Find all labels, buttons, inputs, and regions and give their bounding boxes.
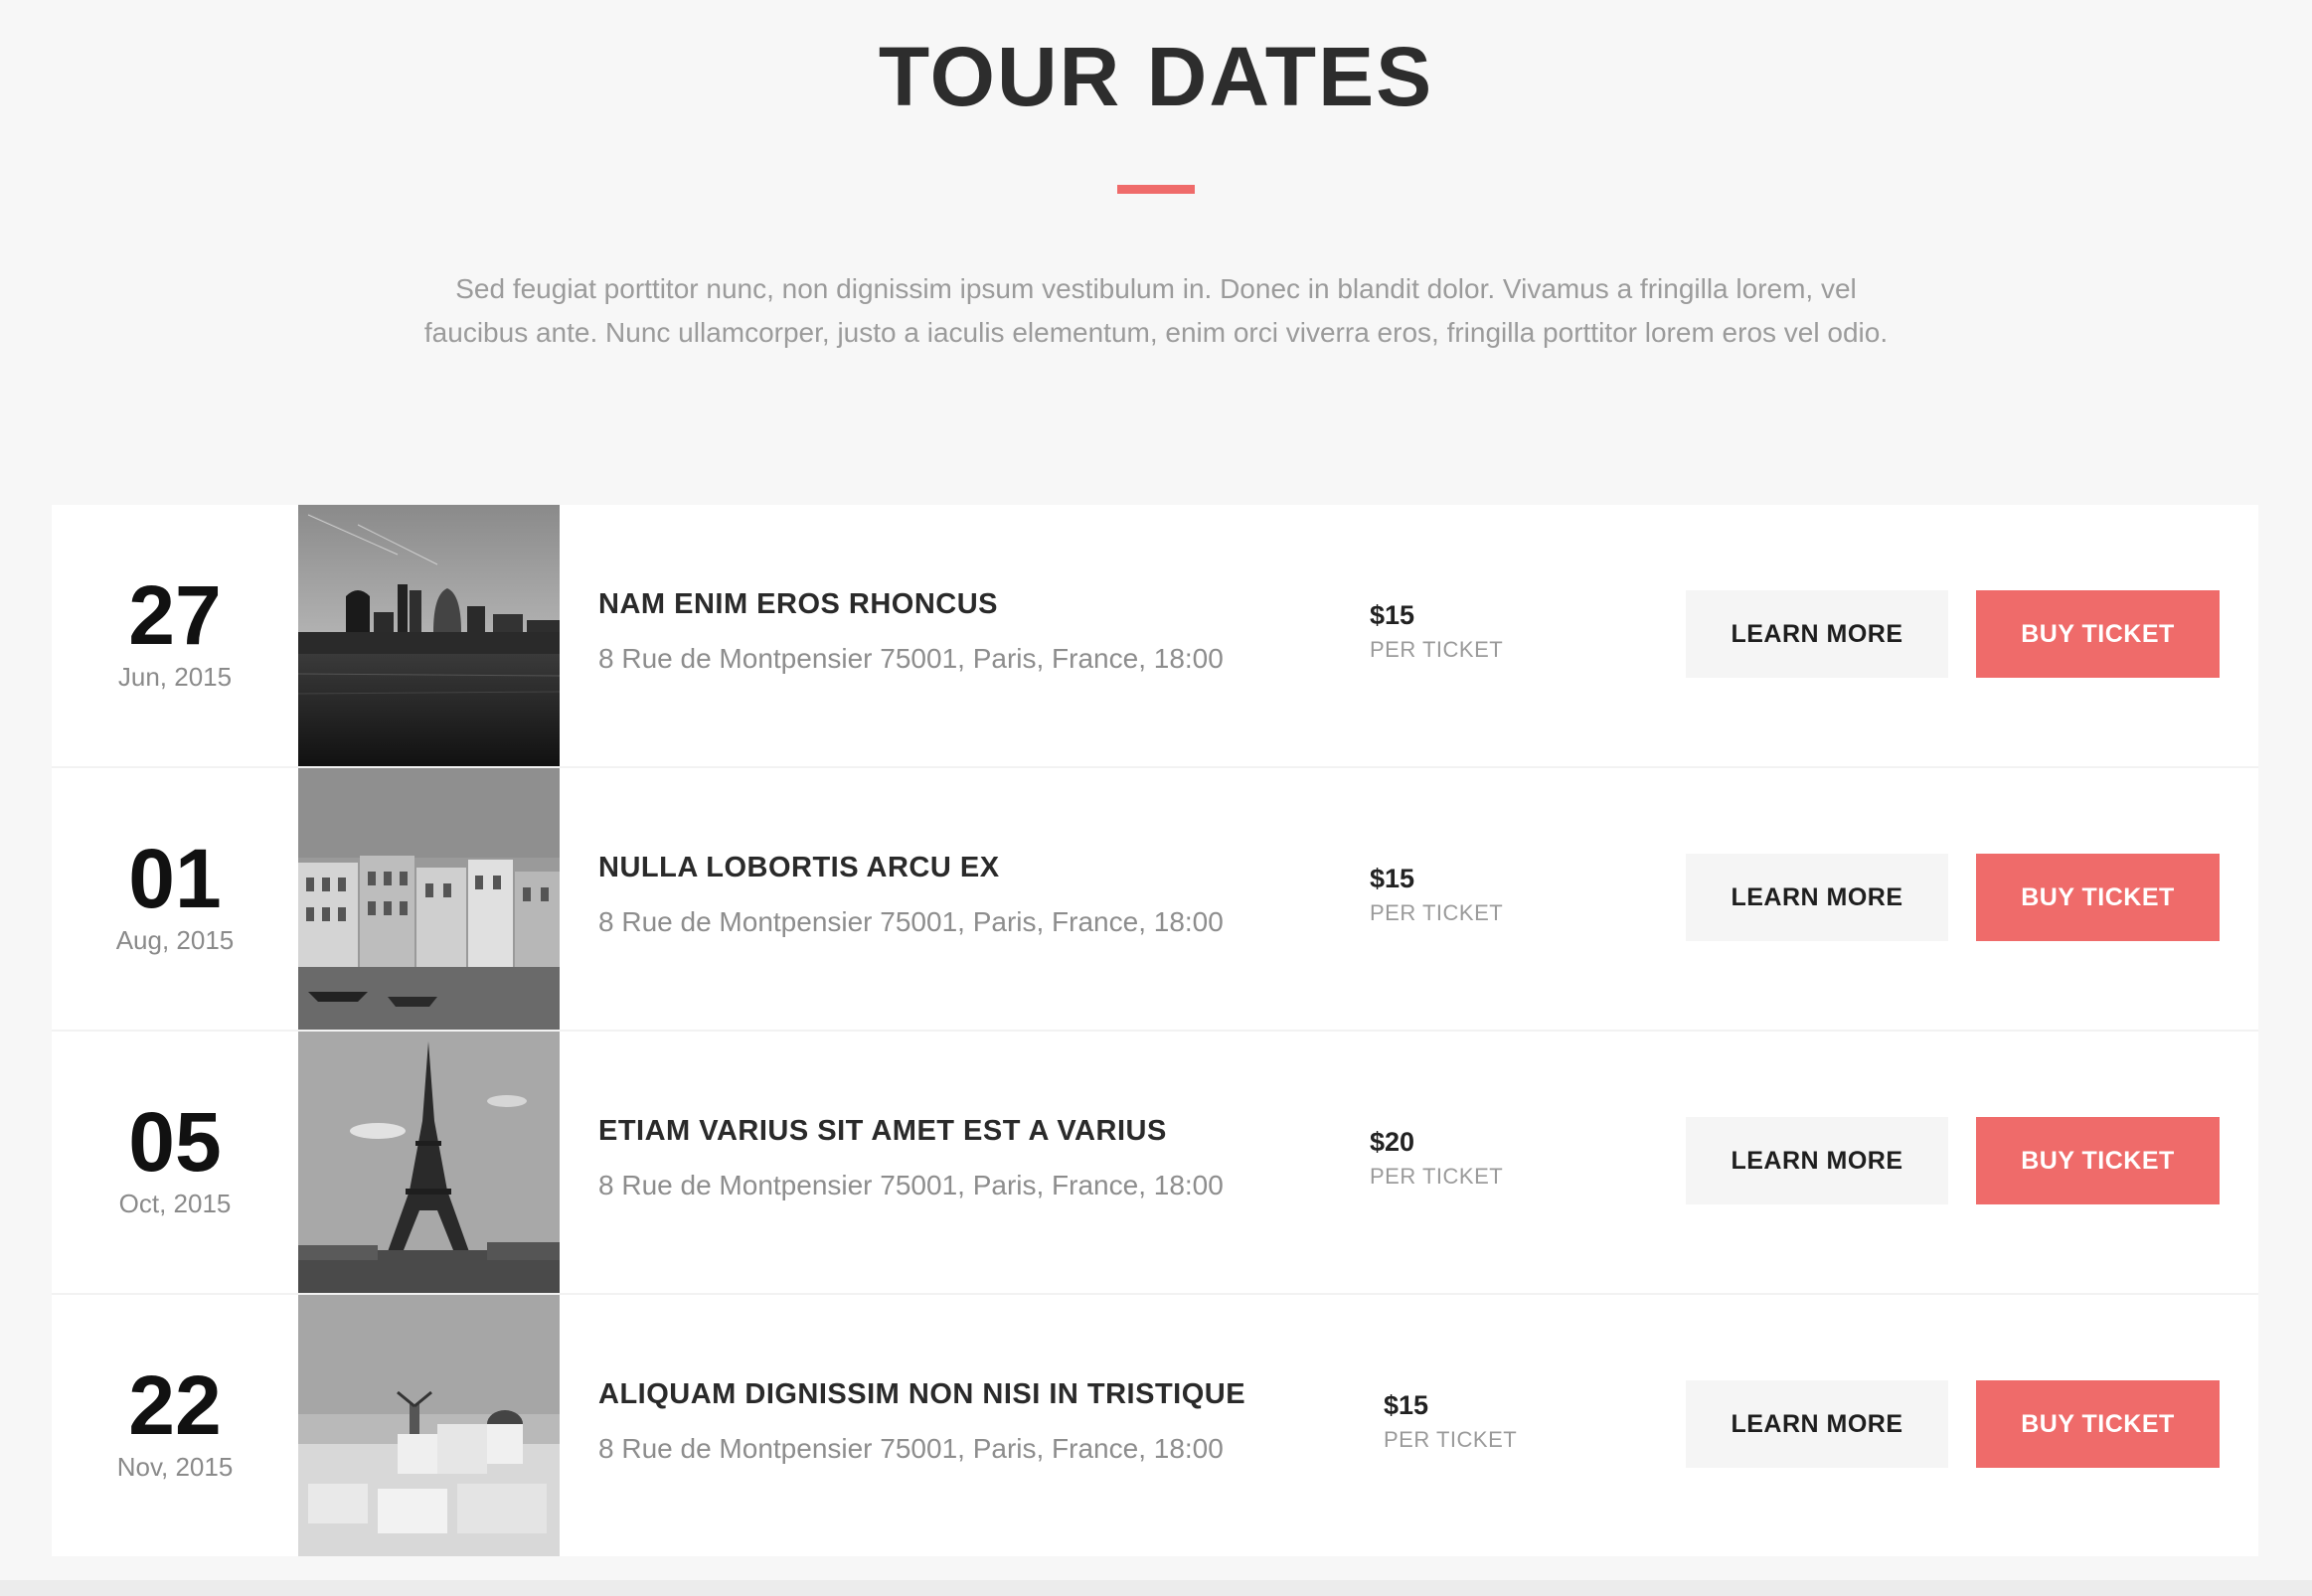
event-row: 22 Nov, 2015 ALIQUAM DIGNISSIM NON NISI … xyxy=(52,1295,2258,1556)
event-price: $15 PER TICKET xyxy=(1370,600,1503,663)
event-address: 8 Rue de Montpensier 75001, Paris, Franc… xyxy=(598,643,1224,674)
price-unit: PER TICKET xyxy=(1370,900,1504,925)
learn-more-button[interactable]: LEARN MORE xyxy=(1686,590,1948,678)
event-price: $15 PER TICKET xyxy=(1384,1390,1517,1453)
event-date: 01 Aug, 2015 xyxy=(52,768,298,1030)
buy-ticket-button[interactable]: BUY TICKET xyxy=(1976,854,2220,941)
event-month: Oct, 2015 xyxy=(118,1189,232,1218)
event-row: 01 Aug, 2015 NULLA LOBORTIS ARCU EX 8 Ru… xyxy=(52,768,2258,1032)
event-row: 05 Oct, 2015 ETIAM VARIUS SIT AMET EST A… xyxy=(52,1032,2258,1295)
tour-dates-list: 27 Jun, 2015 NAM ENIM EROS RHONCUS 8 Rue… xyxy=(52,505,2258,1556)
price-value: $15 xyxy=(1370,864,1415,893)
price-unit: PER TICKET xyxy=(1384,1427,1518,1452)
learn-more-button[interactable]: LEARN MORE xyxy=(1686,1117,1948,1204)
event-month: Nov, 2015 xyxy=(116,1452,234,1482)
buy-ticket-button[interactable]: BUY TICKET xyxy=(1976,1117,2220,1204)
buy-ticket-button[interactable]: BUY TICKET xyxy=(1976,1380,2220,1468)
event-info: NAM ENIM EROS RHONCUS 8 Rue de Montpensi… xyxy=(598,588,1224,675)
page-bottom-shadow xyxy=(0,1580,2312,1596)
event-price: $15 PER TICKET xyxy=(1370,864,1503,926)
event-info: ETIAM VARIUS SIT AMET EST A VARIUS 8 Rue… xyxy=(598,1115,1224,1201)
section-title: TOUR DATES xyxy=(878,30,1434,123)
event-day: 27 xyxy=(128,568,222,662)
eiffel-tower-photo xyxy=(298,1032,560,1293)
event-day: 05 xyxy=(128,1095,222,1189)
event-name: ETIAM VARIUS SIT AMET EST A VARIUS xyxy=(598,1115,1167,1147)
event-name: NULLA LOBORTIS ARCU EX xyxy=(598,852,1000,883)
event-date: 05 Oct, 2015 xyxy=(52,1032,298,1293)
event-month: Jun, 2015 xyxy=(117,662,233,692)
learn-more-button[interactable]: LEARN MORE xyxy=(1686,1380,1948,1468)
buy-ticket-button[interactable]: BUY TICKET xyxy=(1976,590,2220,678)
london-skyline-photo xyxy=(298,505,560,766)
event-row: 27 Jun, 2015 NAM ENIM EROS RHONCUS 8 Rue… xyxy=(52,505,2258,768)
tour-dates-header: TOUR DATES Sed feugiat porttitor nunc, n… xyxy=(0,0,2312,355)
price-value: $15 xyxy=(1370,600,1415,630)
event-address: 8 Rue de Montpensier 75001, Paris, Franc… xyxy=(598,906,1224,937)
event-name: ALIQUAM DIGNISSIM NON NISI IN TRISTIQUE xyxy=(598,1378,1246,1410)
price-unit: PER TICKET xyxy=(1370,637,1504,662)
title-divider xyxy=(1117,185,1195,194)
price-value: $15 xyxy=(1384,1390,1429,1420)
price-value: $20 xyxy=(1370,1127,1415,1157)
event-day: 01 xyxy=(128,832,222,925)
learn-more-button[interactable]: LEARN MORE xyxy=(1686,854,1948,941)
event-date: 27 Jun, 2015 xyxy=(52,505,298,766)
event-price: $20 PER TICKET xyxy=(1370,1127,1503,1190)
event-day: 22 xyxy=(128,1358,222,1452)
event-address: 8 Rue de Montpensier 75001, Paris, Franc… xyxy=(598,1433,1224,1464)
event-info: ALIQUAM DIGNISSIM NON NISI IN TRISTIQUE … xyxy=(598,1378,1245,1465)
event-name: NAM ENIM EROS RHONCUS xyxy=(598,588,999,620)
price-unit: PER TICKET xyxy=(1370,1164,1504,1189)
event-info: NULLA LOBORTIS ARCU EX 8 Rue de Montpens… xyxy=(598,852,1224,938)
event-date: 22 Nov, 2015 xyxy=(52,1295,298,1556)
santorini-photo xyxy=(298,1295,560,1556)
event-month: Aug, 2015 xyxy=(115,925,235,955)
event-address: 8 Rue de Montpensier 75001, Paris, Franc… xyxy=(598,1170,1224,1200)
section-intro: Sed feugiat porttitor nunc, non dignissi… xyxy=(423,273,1889,348)
venice-canal-photo xyxy=(298,768,560,1030)
